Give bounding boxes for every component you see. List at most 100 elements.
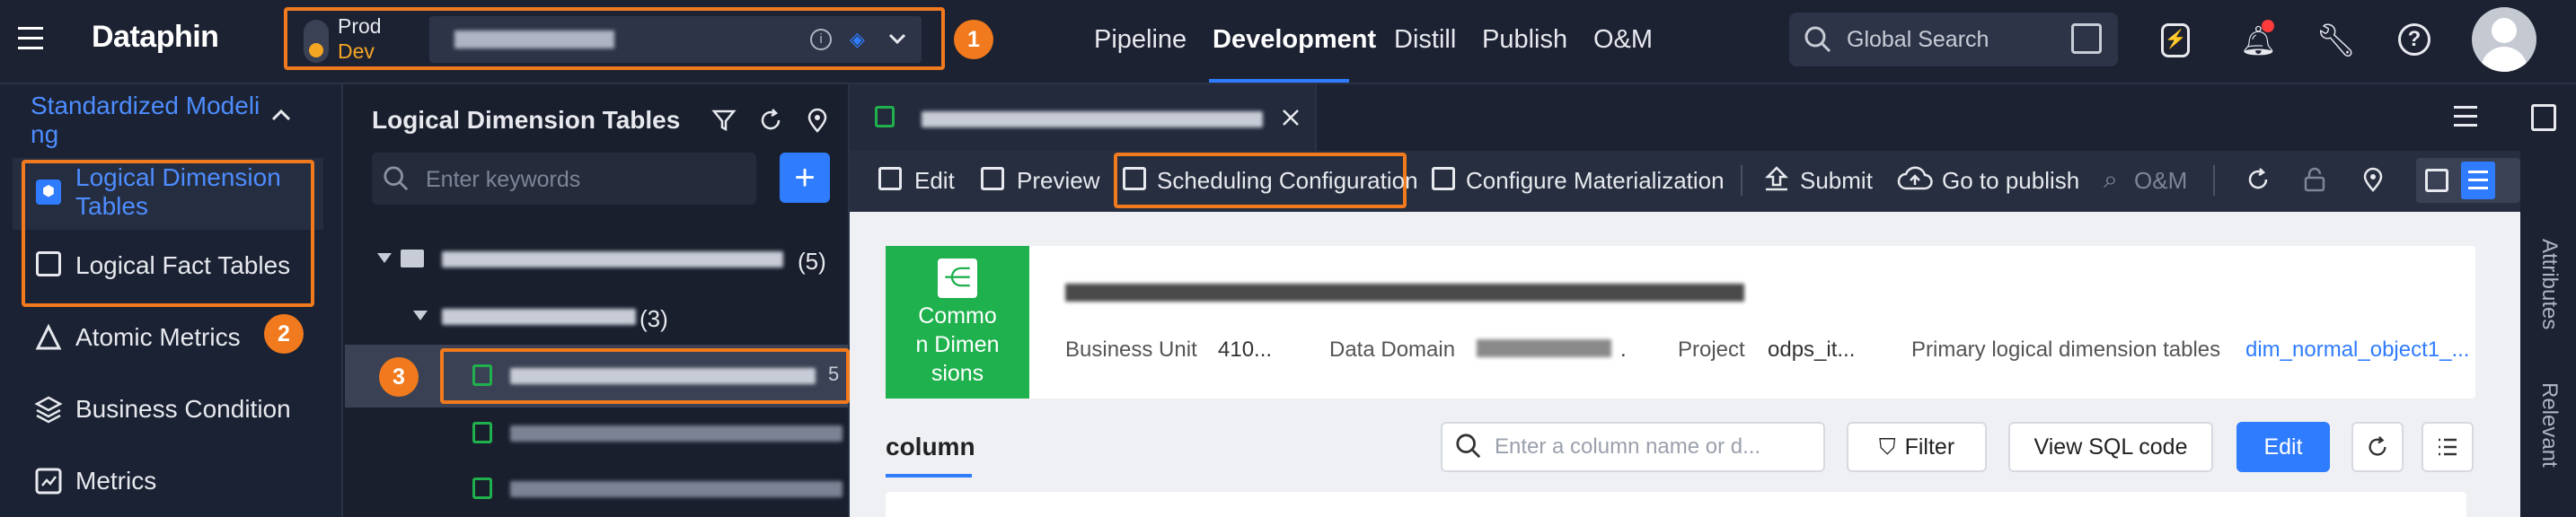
preview-button[interactable]: Preview <box>1017 167 1099 195</box>
hamburger-menu-icon[interactable] <box>18 27 43 49</box>
caret-down-icon[interactable] <box>377 253 392 263</box>
filter-icon: ⛉ <box>1878 434 1896 460</box>
relevant-tab[interactable]: Relevant <box>2536 382 2562 468</box>
tree-item-name-redacted[interactable] <box>510 481 842 497</box>
close-icon[interactable] <box>1279 106 1302 129</box>
locate-icon[interactable] <box>805 108 830 133</box>
configure-materialization-button[interactable]: Configure Materialization <box>1466 167 1725 195</box>
chevron-up-icon[interactable] <box>269 106 293 124</box>
search-settings-icon[interactable] <box>2071 23 2102 54</box>
scheduling-icon <box>1123 167 1146 190</box>
atomic-metrics-icon <box>34 323 63 352</box>
caret-down-icon[interactable] <box>413 311 428 320</box>
sidebar-item-atomic-metrics[interactable]: Atomic Metrics <box>75 323 241 352</box>
business-unit-value: 410... <box>1218 337 1273 362</box>
filter-icon[interactable] <box>711 108 737 133</box>
wrench-icon[interactable]: 🔧︎ <box>2316 22 2357 59</box>
lightning-icon[interactable]: ⚡ <box>2161 23 2190 57</box>
env-toggle-icon[interactable] <box>304 20 329 63</box>
dimension-table-icon <box>472 364 492 386</box>
column-settings-button[interactable] <box>2422 422 2474 472</box>
help-icon[interactable]: ? <box>2398 23 2430 56</box>
env-prod-label: Prod <box>338 14 382 38</box>
column-table <box>886 492 2466 517</box>
search-icon <box>1804 25 1832 54</box>
filter-button[interactable]: ⛉ Filter <box>1847 422 1987 472</box>
sidebar-highlight <box>22 160 314 307</box>
add-button[interactable]: + <box>780 153 830 203</box>
primary-tables-link[interactable]: dim_normal_object1_... <box>2245 337 2469 363</box>
om-button[interactable]: O&M <box>2134 167 2187 195</box>
tree-title: Logical Dimension Tables <box>372 106 681 134</box>
project-name-redacted <box>454 31 614 48</box>
materialization-icon <box>1432 167 1455 190</box>
business-unit-label: Business Unit <box>1065 337 1197 362</box>
view-sql-button[interactable]: View SQL code <box>2008 422 2213 472</box>
cloud-upload-icon <box>1897 165 1933 192</box>
sidebar-item-metrics[interactable]: Metrics <box>75 467 156 495</box>
lock-icon[interactable] <box>2303 167 2326 192</box>
nav-pipeline[interactable]: Pipeline <box>1094 25 1187 55</box>
metrics-icon <box>34 467 63 495</box>
sidebar-item-business-condition[interactable]: Business Condition <box>75 395 291 424</box>
layout-icon[interactable] <box>2531 104 2556 131</box>
table-type-tile: ⋲ Commo n Dimen sions <box>886 246 1029 399</box>
detail-view-icon[interactable] <box>2461 162 2495 199</box>
tree-search-icon <box>383 165 410 192</box>
dimension-table-icon <box>875 106 895 127</box>
notification-dot <box>2262 20 2274 32</box>
tree-subgroup-name-redacted <box>442 309 636 325</box>
data-domain-suffix: . <box>1620 337 1627 362</box>
tree-group-name-redacted <box>442 251 783 267</box>
toolbar-divider <box>1741 165 1742 196</box>
primary-tables-label: Primary logical dimension tables <box>1911 337 2221 362</box>
global-search-placeholder: Global Search <box>1847 27 1989 52</box>
tree-item-name-redacted[interactable] <box>510 425 842 442</box>
column-tab-underline <box>886 474 972 478</box>
app-logo[interactable]: Dataphin <box>92 20 219 55</box>
nav-development[interactable]: Development <box>1213 25 1376 55</box>
compare-view-icon[interactable] <box>2425 169 2448 192</box>
submit-button[interactable]: Submit <box>1800 167 1873 195</box>
sidebar-section-title[interactable]: Standardized Modeli ng <box>31 92 260 149</box>
edit-icon <box>878 167 902 190</box>
chevron-down-icon[interactable] <box>886 27 909 50</box>
submit-icon <box>1762 165 1791 192</box>
locate-icon[interactable] <box>2360 167 2386 192</box>
search-icon <box>1455 433 1482 460</box>
avatar[interactable] <box>2472 7 2536 72</box>
project-value: odps_it... <box>1768 337 1856 362</box>
nav-distill[interactable]: Distill <box>1394 25 1456 55</box>
tree-item-name-redacted <box>510 368 816 384</box>
tree-row-marker: 5 <box>828 363 840 385</box>
annotation-1: 1 <box>954 20 993 59</box>
table-name-redacted <box>1065 284 1744 302</box>
refresh-icon[interactable] <box>2245 167 2271 192</box>
nav-publish[interactable]: Publish <box>1482 25 1567 55</box>
info-icon[interactable]: i <box>810 29 832 50</box>
go-to-publish-button[interactable]: Go to publish <box>1942 167 2079 195</box>
project-type-icon: ◈ <box>850 28 865 50</box>
om-search-icon: ⌕ <box>2104 165 2118 193</box>
toolbar-divider <box>2213 165 2215 196</box>
edit-button[interactable]: Edit <box>914 167 955 195</box>
share-icon: ⋲ <box>938 258 977 298</box>
list-menu-icon[interactable] <box>2454 106 2477 127</box>
attributes-tab[interactable]: Attributes <box>2536 239 2562 329</box>
nav-active-underline <box>1209 79 1349 83</box>
tree-group-count: (5) <box>798 248 826 275</box>
column-search-placeholder: Enter a column name or d... <box>1495 434 1761 459</box>
project-label: Project <box>1678 337 1745 362</box>
scheduling-configuration-button[interactable]: Scheduling Configuration <box>1157 167 1418 195</box>
type-line2: n Dimen <box>915 332 1000 357</box>
type-line3: sions <box>931 361 984 386</box>
env-dev-label: Dev <box>338 39 375 63</box>
column-section-title[interactable]: column <box>886 433 975 461</box>
tree-subgroup-count: (3) <box>640 305 668 332</box>
section-title-line2: ng <box>31 120 59 148</box>
nav-om[interactable]: O&M <box>1593 25 1653 55</box>
refresh-button[interactable] <box>2351 422 2404 472</box>
dimension-table-icon <box>472 422 492 443</box>
column-edit-button[interactable]: Edit <box>2236 422 2330 472</box>
refresh-icon[interactable] <box>758 108 783 133</box>
